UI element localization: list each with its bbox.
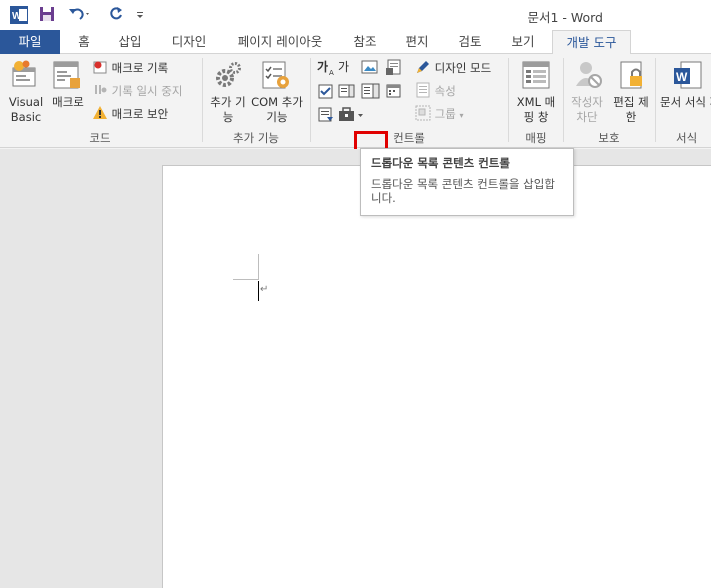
title-bar: W 문서1 - Word: [0, 0, 711, 30]
properties-label: 속성: [434, 84, 456, 98]
document-template-label: 문서 서식 파일: [660, 95, 711, 109]
paragraph-mark-icon: ↵: [260, 284, 269, 295]
group-addins-label: 추가 기능: [233, 131, 279, 145]
tab-file[interactable]: 파일: [0, 30, 60, 54]
picture-control-icon[interactable]: [361, 60, 379, 79]
margin-crop-mark: [258, 254, 259, 280]
tab-review[interactable]: 검토: [450, 30, 490, 54]
macros-button[interactable]: 매크로: [47, 95, 89, 110]
checkbox-control-icon[interactable]: [318, 84, 334, 103]
macro-security-button[interactable]: 매크로 보안: [92, 105, 168, 124]
dropdown-list-control-icon[interactable]: [361, 82, 381, 103]
macros-label: 매크로: [52, 95, 84, 109]
visual-basic-button[interactable]: Visual Basic: [4, 95, 48, 125]
visual-basic-label: Visual Basic: [8, 95, 44, 124]
tooltip-body: 드롭다운 목록 콘텐츠 컨트롤을 삽입합니다.: [371, 177, 555, 205]
macros-icon: [52, 60, 82, 93]
design-mode-label: 디자인 모드: [434, 61, 492, 75]
document-page[interactable]: ↵: [162, 165, 711, 588]
record-macro-icon: [92, 59, 108, 78]
repeating-section-control-icon[interactable]: [318, 107, 334, 126]
com-addins-icon: [261, 60, 291, 93]
group-separator: [563, 58, 564, 142]
group-separator: [655, 58, 656, 142]
xml-pane-label: XML 매핑 창: [516, 95, 556, 124]
restrict-editing-icon: [618, 60, 646, 93]
com-addins-button[interactable]: COM 추가 기능: [248, 95, 306, 125]
combo-box-control-icon[interactable]: [338, 82, 356, 103]
window-title: 문서1 - Word: [527, 10, 603, 25]
group-icon: [415, 105, 431, 124]
svg-text:가: 가: [338, 60, 349, 74]
tab-insert[interactable]: 삽입: [110, 30, 150, 54]
svg-text:가: 가: [317, 59, 328, 74]
svg-text:A: A: [329, 69, 334, 77]
document-template-icon: W: [673, 60, 703, 93]
pause-recording-icon: [92, 82, 108, 101]
svg-text:W: W: [676, 70, 688, 84]
text-cursor: [258, 281, 259, 301]
visual-basic-icon: [10, 60, 40, 93]
block-authors-button[interactable]: 작성자 차단: [567, 95, 607, 125]
ribbon-tab-row: 파일 홈 삽입 디자인 페이지 레이아웃 참조 편지 검토 보기 개발 도구: [0, 30, 711, 55]
xml-pane-button[interactable]: XML 매핑 창: [512, 95, 560, 125]
addins-button[interactable]: 추가 기능: [210, 95, 246, 125]
group-button[interactable]: 그룹 ▾: [415, 105, 464, 124]
group-separator: [202, 58, 203, 142]
building-block-control-icon[interactable]: [385, 59, 403, 80]
group-mapping-label: 매핑: [525, 131, 547, 145]
properties-button[interactable]: 속성: [415, 82, 456, 101]
warning-icon: [92, 105, 108, 124]
design-mode-button[interactable]: 디자인 모드: [415, 59, 491, 78]
document-template-button[interactable]: 문서 서식 파일: [660, 95, 711, 110]
ribbon: Visual Basic 매크로 매크로 기록 기록 일시 중지 매크로 보안: [0, 54, 711, 157]
restrict-editing-label: 편집 제한: [613, 95, 649, 124]
properties-icon: [415, 82, 431, 101]
xml-mapping-icon: [521, 60, 551, 93]
group-separator: [508, 58, 509, 142]
pause-recording-label: 기록 일시 중지: [111, 84, 183, 98]
plain-text-control-icon[interactable]: 가: [338, 59, 356, 80]
legacy-tools-icon[interactable]: [338, 107, 366, 126]
design-mode-icon: [415, 59, 431, 78]
block-authors-icon: [574, 60, 604, 93]
tab-developer[interactable]: 개발 도구: [552, 30, 631, 55]
date-picker-control-icon[interactable]: [386, 82, 402, 103]
tooltip-title: 드롭다운 목록 콘텐츠 컨트롤: [371, 156, 510, 170]
addins-label: 추가 기능: [210, 95, 246, 124]
tab-mailings[interactable]: 편지: [397, 30, 437, 54]
group-templates-label: 서식: [676, 131, 698, 145]
tab-references[interactable]: 참조: [345, 30, 385, 54]
gears-icon: [213, 60, 243, 93]
chevron-down-icon: ▾: [459, 111, 464, 120]
block-authors-label: 작성자 차단: [571, 95, 603, 124]
record-macro-label: 매크로 기록: [111, 61, 169, 75]
tab-layout[interactable]: 페이지 레이아웃: [228, 30, 332, 54]
tooltip: 드롭다운 목록 콘텐츠 컨트롤 드롭다운 목록 콘텐츠 컨트롤을 삽입합니다.: [360, 148, 574, 216]
group-label-text: 그룹: [434, 107, 456, 121]
tab-view[interactable]: 보기: [503, 30, 543, 54]
group-protect-label: 보호: [598, 131, 620, 145]
group-separator: [310, 58, 311, 142]
group-controls-label: 컨트롤: [393, 131, 425, 145]
record-macro-button[interactable]: 매크로 기록: [92, 59, 168, 78]
document-area[interactable]: ↵: [0, 149, 711, 588]
tab-home[interactable]: 홈: [68, 30, 100, 54]
com-addins-label: COM 추가 기능: [251, 95, 303, 124]
group-code-label: 코드: [89, 131, 111, 145]
margin-crop-mark: [233, 279, 259, 280]
tab-design[interactable]: 디자인: [163, 30, 215, 54]
restrict-editing-button[interactable]: 편집 제한: [612, 95, 650, 125]
pause-recording-button[interactable]: 기록 일시 중지: [92, 82, 182, 101]
rich-text-control-icon[interactable]: 가A: [317, 59, 335, 80]
macro-security-label: 매크로 보안: [111, 107, 169, 121]
